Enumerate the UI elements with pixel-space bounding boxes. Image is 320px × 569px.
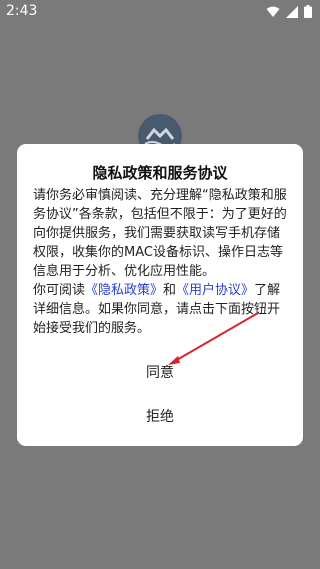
user-agreement-link[interactable]: 《用户协议》 <box>176 283 254 298</box>
and-text: 和 <box>163 283 177 298</box>
battery-icon <box>304 5 312 18</box>
agree-button[interactable]: 同意 <box>17 362 303 382</box>
privacy-policy-link[interactable]: 《隐私政策》 <box>85 283 163 298</box>
dialog-body-paragraph-1: 请你务必审慎阅读、充分理解“隐私政策和服务协议”各条款，包括但不限于：为了更好的… <box>33 188 287 279</box>
signal-icon <box>286 5 298 18</box>
status-bar: 2:43 <box>0 0 320 24</box>
dialog-body-paragraph-2: 你可阅读《隐私政策》和《用户协议》了解详细信息。如果你同意，请点击下面按钮开始接… <box>33 281 291 338</box>
status-time: 2:43 <box>6 3 38 19</box>
status-icons <box>266 5 312 18</box>
dialog-title: 隐私政策和服务协议 <box>92 164 228 182</box>
body-prefix-text: 你可阅读 <box>33 283 86 298</box>
wifi-icon <box>266 6 280 17</box>
privacy-dialog: 隐私政策和服务协议 请你务必审慎阅读、充分理解“隐私政策和服务协议”各条款，包括… <box>17 144 303 446</box>
dialog-body: 请你务必审慎阅读、充分理解“隐私政策和服务协议”各条款，包括但不限于：为了更好的… <box>33 186 291 338</box>
reject-button[interactable]: 拒绝 <box>17 406 303 426</box>
